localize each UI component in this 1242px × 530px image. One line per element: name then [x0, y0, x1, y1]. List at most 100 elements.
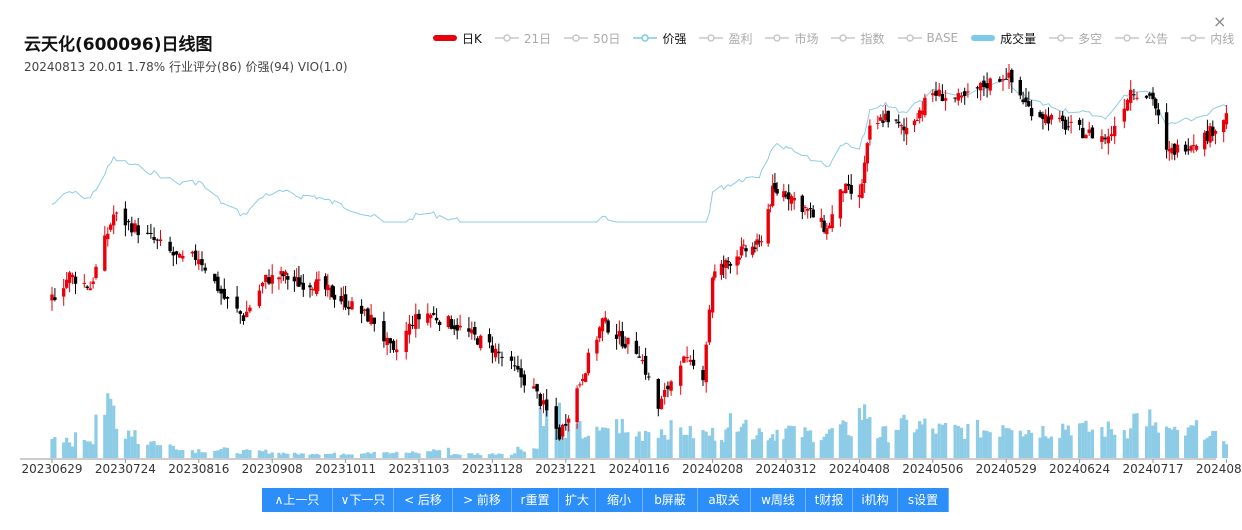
volume-bar: [152, 441, 156, 458]
volume-bar: [1148, 409, 1152, 458]
volume-bar: [158, 445, 163, 458]
candle: [264, 274, 268, 289]
volume-bar: [109, 398, 113, 458]
candle: [953, 97, 957, 103]
candle: [1077, 117, 1082, 131]
financial-report-button[interactable]: t财报: [806, 488, 853, 512]
candle: [50, 286, 54, 311]
volume-bar: [789, 425, 793, 458]
candle: [509, 351, 514, 369]
x-tick-label: 20230908: [242, 462, 303, 476]
volume-bar: [1194, 420, 1199, 458]
volume-bar: [669, 420, 673, 458]
volume-bar: [65, 437, 69, 458]
x-tick-label: 20240813: [1196, 462, 1242, 476]
volume-bar: [414, 452, 418, 458]
block-button[interactable]: b屏蔽: [643, 488, 698, 512]
unfollow-button[interactable]: a取关: [698, 488, 751, 512]
x-tick-label: 20240408: [829, 462, 890, 476]
volume-bar: [382, 452, 386, 458]
volume-bar: [411, 451, 415, 458]
volume-bar: [82, 440, 86, 458]
volume-bar: [452, 454, 456, 458]
volume-bar: [659, 429, 664, 458]
volume-bar: [360, 453, 364, 458]
candle: [363, 308, 367, 317]
volume-bar: [347, 454, 351, 458]
reset-button[interactable]: r重置: [512, 488, 559, 512]
candle: [643, 347, 648, 380]
volume-bar: [136, 444, 140, 458]
candle: [1081, 118, 1085, 139]
next-stock-button[interactable]: ∨下一只: [333, 488, 394, 512]
candle: [634, 331, 639, 355]
volume-bars: [50, 393, 1228, 458]
volume-bar: [682, 434, 686, 458]
candle: [975, 85, 980, 99]
volume-bar: [473, 454, 477, 458]
volume-bar: [1175, 430, 1180, 458]
candle: [178, 252, 182, 258]
volume-bar: [372, 451, 376, 458]
volume-bar: [112, 405, 116, 458]
institution-button[interactable]: i机构: [853, 488, 898, 512]
volume-bar: [487, 454, 492, 458]
volume-bar: [704, 431, 708, 458]
volume-bar: [494, 454, 498, 458]
volume-bar: [1132, 413, 1136, 458]
volume-bar: [222, 447, 226, 458]
candle: [640, 354, 645, 365]
volume-bar: [688, 426, 692, 458]
volume-bar: [197, 449, 201, 458]
candle: [260, 281, 265, 294]
strength-line: [51, 77, 1227, 223]
volume-bar: [133, 430, 137, 458]
volume-bar: [178, 450, 182, 458]
volume-bar: [1058, 437, 1062, 458]
volume-bar: [85, 441, 89, 458]
volume-bar: [1113, 434, 1117, 458]
volume-bar: [830, 428, 834, 458]
candle: [366, 307, 370, 323]
move-back-button[interactable]: < 后移: [394, 488, 453, 512]
candle: [868, 119, 872, 146]
volume-bar: [1021, 436, 1025, 458]
candle: [1046, 107, 1051, 131]
candle: [458, 314, 462, 331]
candle: [216, 271, 220, 293]
expand-button[interactable]: 扩大: [559, 488, 596, 512]
x-tick-label: 20231128: [462, 462, 523, 476]
settings-button[interactable]: s设置: [898, 488, 949, 512]
candle: [73, 271, 78, 295]
volume-bar: [213, 451, 217, 458]
prev-stock-button[interactable]: ∧上一只: [262, 488, 333, 512]
volume-bar: [584, 437, 588, 458]
candle: [575, 385, 579, 429]
volume-bar: [245, 449, 249, 458]
candle: [659, 395, 664, 410]
candle: [789, 194, 794, 211]
candle: [581, 374, 585, 386]
volume-bar: [985, 430, 989, 458]
candle: [123, 201, 128, 237]
candle: [437, 320, 442, 331]
volume-bar: [1129, 428, 1133, 458]
candle: [538, 392, 542, 410]
volume-bar: [617, 433, 621, 458]
volume-bar: [606, 428, 610, 458]
move-forward-button[interactable]: > 前移: [453, 488, 512, 512]
volume-bar: [1213, 430, 1218, 458]
volume-bar: [634, 436, 638, 458]
volume-bar: [956, 426, 960, 458]
shrink-button[interactable]: 缩小: [596, 488, 643, 512]
x-tick-label: 20240506: [902, 462, 963, 476]
candle: [940, 84, 945, 102]
candle: [583, 372, 588, 383]
volume-bar: [432, 449, 436, 458]
volume-bar: [541, 426, 546, 458]
weekly-button[interactable]: w周线: [751, 488, 806, 512]
volume-bar: [1106, 421, 1110, 458]
candle: [1129, 80, 1133, 111]
volume-bar: [953, 424, 957, 458]
volume-bar: [656, 437, 660, 458]
